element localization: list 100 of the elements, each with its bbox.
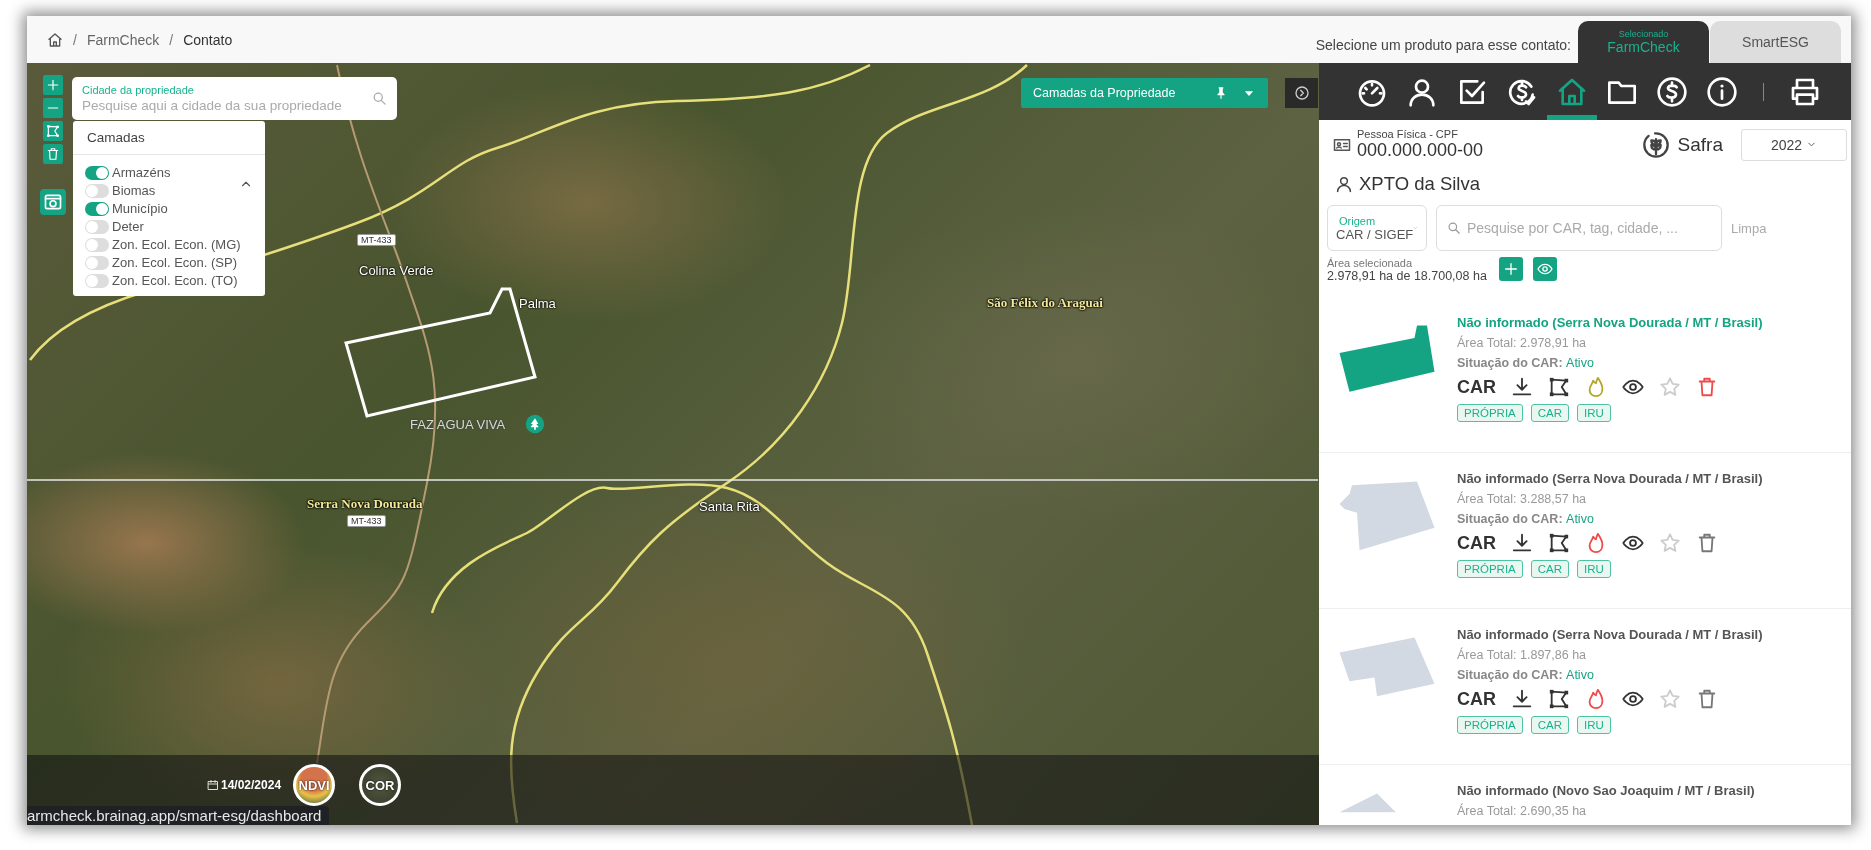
property-search-field[interactable]: Pesquise por CAR, tag, cidade, ... xyxy=(1436,205,1722,251)
view-button[interactable] xyxy=(1532,257,1557,281)
selected-area-value: 2.978,91 ha de 18.700,08 ha xyxy=(1327,269,1487,283)
property-tag: PRÓPRIA xyxy=(1457,560,1523,578)
star-icon[interactable] xyxy=(1659,376,1681,398)
toggle-switch[interactable] xyxy=(85,165,109,180)
property-shape[interactable] xyxy=(1339,325,1435,392)
property-tag: CAR xyxy=(1530,404,1570,422)
search-icon xyxy=(372,91,387,106)
toggle-switch[interactable] xyxy=(85,201,109,216)
layer-label: Zon. Ecol. Econ. (MG) xyxy=(112,237,241,252)
info-icon xyxy=(1706,75,1738,108)
product-tab[interactable]: SmartESG xyxy=(1710,21,1841,63)
layer-label: Armazéns xyxy=(112,165,171,180)
layers-title: Camadas xyxy=(73,121,265,155)
layer-label: Biomas xyxy=(112,183,156,198)
map-label: Santa Rita xyxy=(699,499,760,514)
star-icon[interactable] xyxy=(1659,532,1681,554)
layer-label: Município xyxy=(112,201,168,216)
property-tag: CAR xyxy=(1530,716,1570,734)
property-title[interactable]: Não informado (Novo Sao Joaquim / MT / Brasil) xyxy=(1457,783,1755,798)
road-shield: MT-433 xyxy=(357,234,396,246)
toggle-switch[interactable] xyxy=(85,237,109,252)
polygon-icon xyxy=(46,124,60,138)
imagery-mode-button[interactable]: NDVI xyxy=(293,764,336,806)
map-label: FAZ AGUA VIVA xyxy=(410,417,506,432)
trash-icon xyxy=(46,147,60,161)
map-label: Serra Nova Dourada xyxy=(307,496,423,512)
car-label: CAR xyxy=(1457,376,1496,398)
trash-icon[interactable] xyxy=(1696,532,1718,554)
trash-icon[interactable] xyxy=(1696,376,1718,398)
breadcrumb-current: Contato xyxy=(183,31,233,48)
sprout-icon xyxy=(1641,130,1670,159)
imagery-button[interactable] xyxy=(40,189,66,215)
person-icon xyxy=(1335,175,1353,193)
home-icon[interactable] xyxy=(47,31,63,48)
trash-icon[interactable] xyxy=(1696,688,1718,710)
zoom-in-button[interactable] xyxy=(43,75,63,95)
product-prompt: Selecione um produto para esse contato: xyxy=(1315,37,1571,53)
property-area: Área Total: 2.690,35 ha xyxy=(1457,804,1755,818)
property-title[interactable]: Não informado (Serra Nova Dourada / MT / Brasil) xyxy=(1457,627,1763,642)
chevron-circle-icon xyxy=(1293,85,1310,101)
layer-label: Deter xyxy=(112,219,144,234)
contact-name: XPTO da Silva xyxy=(1359,173,1480,195)
toggle-switch[interactable] xyxy=(85,273,109,288)
imagery-date: 14/02/2024 xyxy=(221,778,282,792)
breadcrumb-separator: / xyxy=(73,31,77,48)
toggle-switch[interactable] xyxy=(85,183,109,198)
collapse-panel-button[interactable] xyxy=(1285,78,1318,108)
selected-area-label: Área selecionada xyxy=(1327,257,1413,269)
imagery-mode-button[interactable]: COR xyxy=(359,764,402,806)
map-label: Colina Verde xyxy=(359,263,434,278)
property-tag: IRU xyxy=(1577,404,1611,422)
property-tag: IRU xyxy=(1577,716,1611,734)
car-label: CAR xyxy=(1457,532,1496,554)
map-label: Palma xyxy=(519,296,556,311)
property-tag: PRÓPRIA xyxy=(1457,716,1523,734)
map-label: São Félix do Araguai xyxy=(987,295,1103,311)
product-tab[interactable]: Selecionado FarmCheck xyxy=(1578,21,1709,63)
layer-label: Zon. Ecol. Econ. (TO) xyxy=(112,273,238,288)
breadcrumb-link[interactable]: FarmCheck xyxy=(86,31,160,48)
tree-marker-icon[interactable] xyxy=(525,414,545,434)
download-icon[interactable] xyxy=(1511,376,1533,398)
calendar-icon xyxy=(207,779,219,791)
plus-icon xyxy=(1502,261,1519,277)
car-status: Situação do CAR: Ativo xyxy=(1457,512,1595,526)
satellite-map[interactable] xyxy=(27,63,1319,825)
polygon-icon[interactable] xyxy=(1548,532,1570,554)
dollar-icon xyxy=(1656,75,1688,108)
year-select[interactable]: 2022 xyxy=(1741,128,1847,161)
polygon-icon[interactable] xyxy=(1548,376,1570,398)
property-tag: CAR xyxy=(1530,560,1570,578)
add-button[interactable] xyxy=(1498,257,1523,281)
document-number: 000.000.000-00 xyxy=(1357,140,1484,161)
breadcrumb-separator: / xyxy=(169,31,174,48)
search-icon xyxy=(1447,221,1461,235)
property-layers-dropdown[interactable]: Camadas da Propriedade xyxy=(1021,78,1268,108)
toggle-switch[interactable] xyxy=(85,255,109,270)
property-area: Área Total: 2.978,91 ha xyxy=(1457,336,1763,350)
document-type: Pessoa Física - CPF xyxy=(1357,128,1459,140)
image-icon xyxy=(43,192,63,212)
trash-button[interactable] xyxy=(43,144,63,164)
property-title[interactable]: Não informado (Serra Nova Dourada / MT / Brasil) xyxy=(1457,471,1763,486)
property-tag: PRÓPRIA xyxy=(1457,404,1523,422)
download-icon[interactable] xyxy=(1511,532,1533,554)
polygon-icon[interactable] xyxy=(1548,688,1570,710)
property-tag: IRU xyxy=(1577,560,1611,578)
star-icon[interactable] xyxy=(1659,688,1681,710)
property-area: Área Total: 3.288,57 ha xyxy=(1457,492,1763,506)
field-label: Cidade da propriedade xyxy=(82,84,195,96)
origin-select[interactable]: Origem CAR / SIGEF xyxy=(1327,205,1427,251)
property-title[interactable]: Não informado (Serra Nova Dourada / MT / Brasil) xyxy=(1457,315,1763,330)
property-area: Área Total: 1.897,86 ha xyxy=(1457,648,1763,662)
polygon-tool-button[interactable] xyxy=(43,121,63,141)
toggle-switch[interactable] xyxy=(85,219,109,234)
road-shield: MT-433 xyxy=(347,515,386,527)
car-status: Situação do CAR: Ativo xyxy=(1457,668,1595,682)
layer-label: Zon. Ecol. Econ. (SP) xyxy=(112,255,237,270)
status-url: armcheck.brainag.app/smart-esg/dashboard xyxy=(27,806,330,825)
download-icon[interactable] xyxy=(1511,688,1533,710)
